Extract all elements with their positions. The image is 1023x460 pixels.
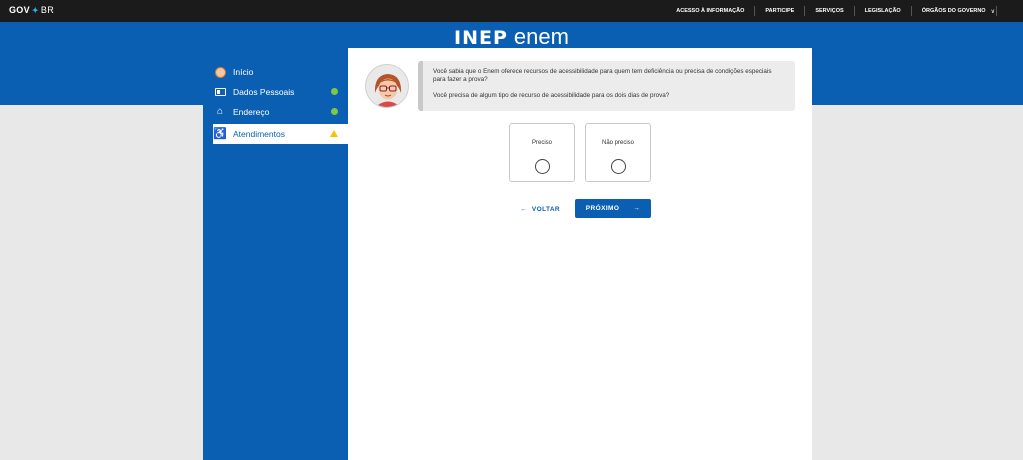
option-label: Não preciso — [601, 140, 634, 146]
home-icon: ⌂ — [216, 106, 224, 117]
next-button-label: PRÓXIMO — [585, 205, 620, 212]
warning-icon — [330, 130, 338, 137]
gov-bar: GOV ✦ BR ACESSO À INFORMAÇÃO PARTICIPE S… — [0, 0, 1023, 22]
sidebar-item-label: Atendimentos — [233, 129, 285, 139]
inep-logo: INEP — [454, 27, 508, 49]
sidebar-item-label: Início — [233, 67, 254, 77]
message-line-1: Você sabia que o Enem oferece recursos d… — [433, 68, 772, 84]
check-ok-icon — [331, 88, 338, 95]
gov-logo-br: BR — [40, 5, 55, 15]
chevron-down-icon[interactable]: ∨ — [991, 8, 995, 15]
sidebar-item-endereco[interactable]: ⌂ Endereço — [213, 102, 348, 122]
back-button[interactable]: ← VOLTAR — [516, 203, 564, 215]
sidebar: Início Dados Pessoais ⌂ Endereço ♿ Atend… — [203, 48, 348, 460]
assistant-message: Você sabia que o Enem oferece recursos d… — [418, 61, 795, 111]
message-line-2: Você precisa de algum tipo de recurso de… — [433, 91, 670, 99]
gov-logo-mark-icon: ✦ — [31, 5, 39, 15]
option-label: Preciso — [531, 140, 552, 146]
gov-link-participe[interactable]: PARTICIPE — [755, 6, 806, 16]
radio-nao-preciso[interactable] — [611, 159, 626, 174]
user-avatar-icon — [213, 66, 227, 78]
gov-links: ACESSO À INFORMAÇÃO PARTICIPE SERVIÇOS L… — [666, 0, 997, 22]
check-ok-icon — [331, 108, 338, 115]
wheelchair-icon: ♿ — [213, 127, 227, 140]
assistant-avatar-icon — [365, 64, 409, 108]
sidebar-item-dados-pessoais[interactable]: Dados Pessoais — [213, 82, 348, 102]
id-card-icon — [213, 88, 227, 96]
gov-logo-text: GOV — [9, 5, 30, 15]
sidebar-item-atendimentos[interactable]: ♿ Atendimentos — [213, 124, 348, 144]
arrow-right-icon: → — [633, 205, 641, 212]
radio-preciso[interactable] — [535, 159, 550, 174]
sidebar-item-inicio[interactable]: Início — [213, 62, 348, 82]
enem-logo: enem — [513, 24, 569, 49]
inep-enem-logo: INEP enem — [0, 24, 1023, 50]
main-content: Você sabia que o Enem oferece recursos d… — [348, 48, 812, 460]
gov-link-orgaos[interactable]: ÓRGÃOS DO GOVERNO — [912, 6, 997, 16]
gov-link-legislacao[interactable]: LEGISLAÇÃO — [855, 6, 912, 16]
arrow-left-icon: ← — [519, 205, 527, 213]
gov-link-servicos[interactable]: SERVIÇOS — [805, 6, 855, 16]
sidebar-item-label: Endereço — [233, 107, 270, 117]
gov-br-logo[interactable]: GOV ✦ BR — [9, 5, 54, 15]
sidebar-item-label: Dados Pessoais — [233, 87, 295, 97]
back-button-label: VOLTAR — [531, 205, 561, 213]
option-nao-preciso[interactable]: Não preciso — [585, 123, 651, 182]
option-preciso[interactable]: Preciso — [509, 123, 575, 182]
next-button[interactable]: PRÓXIMO → — [575, 199, 651, 218]
gov-link-acesso[interactable]: ACESSO À INFORMAÇÃO — [666, 6, 756, 16]
